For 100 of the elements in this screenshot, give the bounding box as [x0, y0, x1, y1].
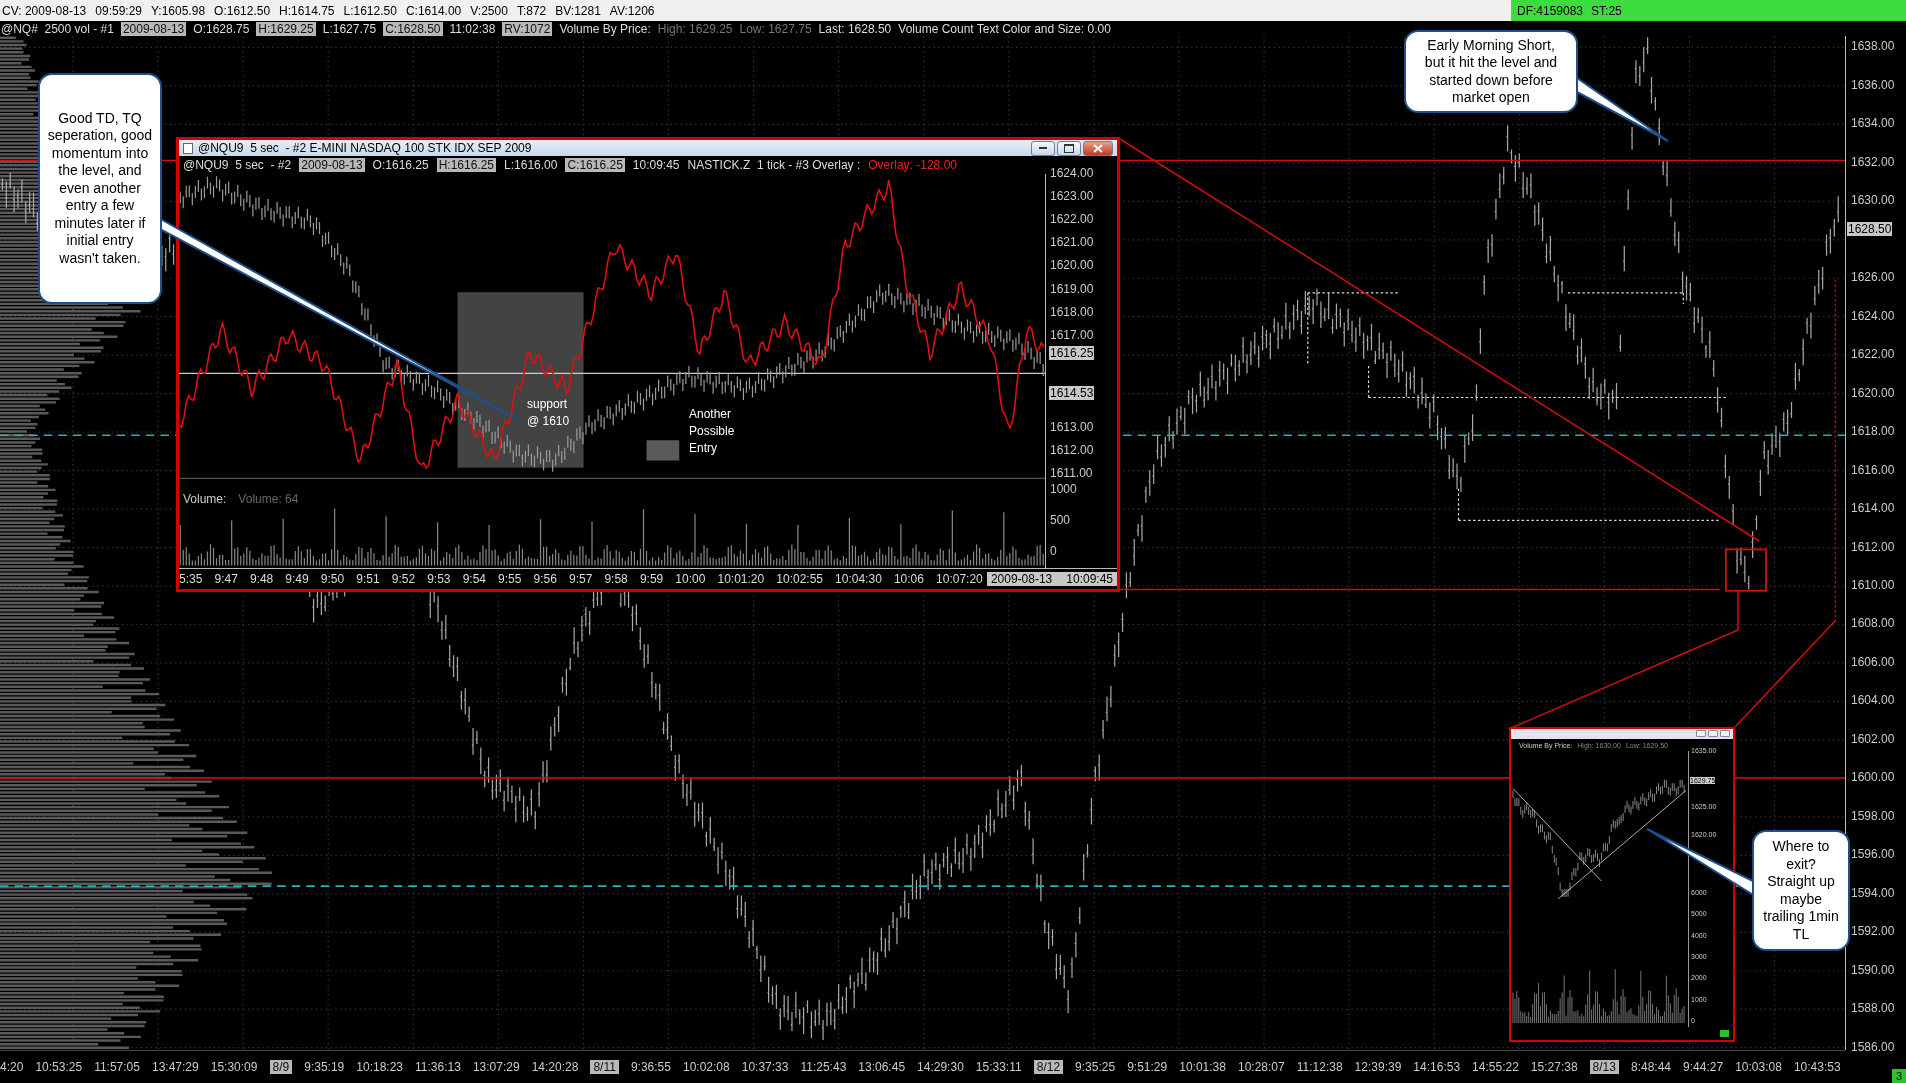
time-axis-label: 10:04:30 [835, 572, 882, 586]
time-axis-label: 15:27:38 [1530, 1060, 1578, 1074]
close-button[interactable] [1720, 730, 1730, 737]
price-axis-label: 1638.00 [1850, 39, 1895, 54]
time-axis-label: 10:00 [675, 572, 706, 586]
time-axis-label: 10:43:53 [1793, 1060, 1841, 1074]
chart-note: Another Possible Entry [689, 406, 736, 457]
price-axis-label: 1617.00 [1050, 327, 1094, 342]
time-axis-label: 10:37:33 [741, 1060, 789, 1074]
chart-info-label: 2009-08-13 [120, 21, 187, 36]
close-button[interactable] [1083, 140, 1113, 156]
price-axis-label: 1621.00 [1050, 235, 1094, 250]
price-axis-label: 1613.00 [1050, 420, 1094, 435]
time-axis-label: 10:07:20 [936, 572, 983, 586]
chart-info-label: Low: 1627.75 [739, 21, 812, 36]
chart-info-label: Overlay: -128.00 [868, 158, 957, 172]
time-axis-label: 8/13 [1589, 1060, 1619, 1074]
time-axis-label: 11:57:05 [94, 1060, 140, 1074]
time-axis-label: 9:53 [427, 572, 451, 586]
chart-info-label: H:1616.25 [436, 158, 497, 172]
time-axis-label: 9:35:25 [1075, 1060, 1116, 1074]
minimize-button[interactable] [1031, 140, 1055, 156]
price-axis-label: 1600.00 [1850, 770, 1895, 785]
chart-info-label: @NQ# 2500 vol - #1 [1, 21, 114, 36]
time-axis-label: 10:01:20 [717, 572, 765, 586]
time-axis-label: 9:51 [356, 572, 380, 586]
time-axis-label: 14:29:30 [917, 1060, 964, 1074]
price-axis-label: 1624.00 [1850, 308, 1895, 323]
time-axis-label: 11:36:13 [415, 1060, 461, 1074]
chart-info-label: 10:09:45 [632, 158, 680, 172]
time-axis-label: 9:51:29 [1127, 1060, 1168, 1074]
feed-status: DF:4159083 ST:25 [1511, 0, 1906, 21]
callout-note: Early Morning Short, but it hit the level and started down before market open [1404, 30, 1578, 113]
chart-info-label: Last: 1628.50 [818, 21, 892, 36]
price-axis-label: 1602.00 [1850, 731, 1895, 746]
time-axis-label: 13:06:45 [858, 1060, 906, 1074]
price-axis-label: 1586.00 [1850, 1039, 1895, 1054]
price-axis-label: 1618.00 [1050, 304, 1094, 319]
price-axis-label: 1619.00 [1050, 281, 1094, 296]
price-axis-label: 1622.00 [1050, 212, 1094, 227]
time-axis-label: 9:56 [533, 572, 557, 586]
time-stamp: 2009-08-13 10:09:45 [986, 572, 1117, 586]
chart-info-label: Volume Count Text Color and Size: 0.00 [898, 21, 1111, 36]
status-value: AV:1206 [609, 3, 655, 18]
status-value: C:1614.00 [405, 3, 462, 18]
status-value: CV: 2009-08-13 [2, 3, 87, 18]
time-axis-label: 9:44:27 [1683, 1060, 1724, 1074]
time-axis-label: 8/12 [1033, 1060, 1064, 1074]
status-value: H:1614.75 [279, 3, 335, 18]
time-axis-label: 9:48 [249, 572, 274, 586]
price-axis-label: 1624.00 [1050, 166, 1094, 180]
price-axis-label: 1598.00 [1850, 808, 1895, 823]
time-axis-label: 10:02:55 [776, 572, 823, 586]
callout-note: Good TD, TQ seperation, good momentum into the level, and even another entry a few minutes later if initial entry wasn't taken. [38, 73, 162, 304]
price-axis-label: 1632.00 [1850, 154, 1895, 169]
chart-info-label: O:1628.75 [193, 21, 250, 36]
price-axis-label: 1608.00 [1850, 616, 1895, 631]
time-axis-label: 10:28:07 [1238, 1060, 1285, 1074]
time-axis-label: 9:50 [320, 572, 345, 586]
volume-value: Volume: 64 [238, 492, 299, 506]
status-indicator [1720, 1030, 1729, 1037]
price-marker: 1616.25 [1049, 346, 1095, 360]
price-axis-label: 1611.00 [1050, 466, 1093, 481]
price-axis-label: 1592.00 [1850, 924, 1895, 939]
time-axis-label: 9:47 [214, 572, 238, 586]
chart-info-label: C:1616.25 [565, 158, 625, 172]
status-value: T:872 [516, 3, 547, 18]
last-price-tag: 1628.50 [1847, 222, 1893, 236]
time-axis-label: 4:20 [0, 1060, 24, 1074]
chart-info-label: 2009-08-13 [299, 158, 365, 172]
chart-info-label: RV:1072 [502, 21, 553, 36]
window-icon [183, 142, 193, 154]
time-axis-label: 8/11 [590, 1060, 619, 1074]
minimize-icon [1039, 147, 1047, 149]
status-value: O:1612.50 [214, 3, 271, 18]
time-axis-label: 11:25:43 [800, 1060, 847, 1074]
time-axis-label: 13:07:29 [472, 1060, 520, 1074]
status-value: Y:1605.98 [151, 3, 206, 18]
price-axis-label: 1623.00 [1050, 189, 1094, 204]
price-axis-label: 1620.00 [1050, 258, 1094, 273]
time-axis-label: 14:20:28 [531, 1060, 579, 1074]
time-axis-label: 9:52 [391, 572, 416, 586]
entry-zone [646, 440, 680, 461]
price-axis-label: 1588.00 [1850, 1001, 1895, 1016]
time-axis-label: 10:02:08 [683, 1060, 730, 1074]
time-axis-label: 11:12:38 [1296, 1060, 1343, 1074]
price-axis-label: 1618.00 [1850, 424, 1895, 439]
price-axis-label: 1620.00 [1850, 385, 1895, 400]
volume-label: Volume: [183, 492, 227, 506]
highlight-box [1725, 548, 1767, 592]
time-axis-label: 8:48:44 [1631, 1060, 1672, 1074]
price-axis-label: 1604.00 [1850, 693, 1895, 708]
time-axis-label: 10:53:25 [35, 1060, 83, 1074]
price-axis-label: 1610.00 [1850, 577, 1895, 592]
price-axis-label: 1594.00 [1850, 885, 1895, 900]
corner-badge: 3 [1891, 1069, 1906, 1083]
price-axis-label: 1626.00 [1850, 270, 1895, 285]
maximize-button[interactable] [1057, 140, 1081, 156]
status-value: V:2500 [470, 3, 508, 18]
time-axis-label: 10:06 [893, 572, 924, 586]
